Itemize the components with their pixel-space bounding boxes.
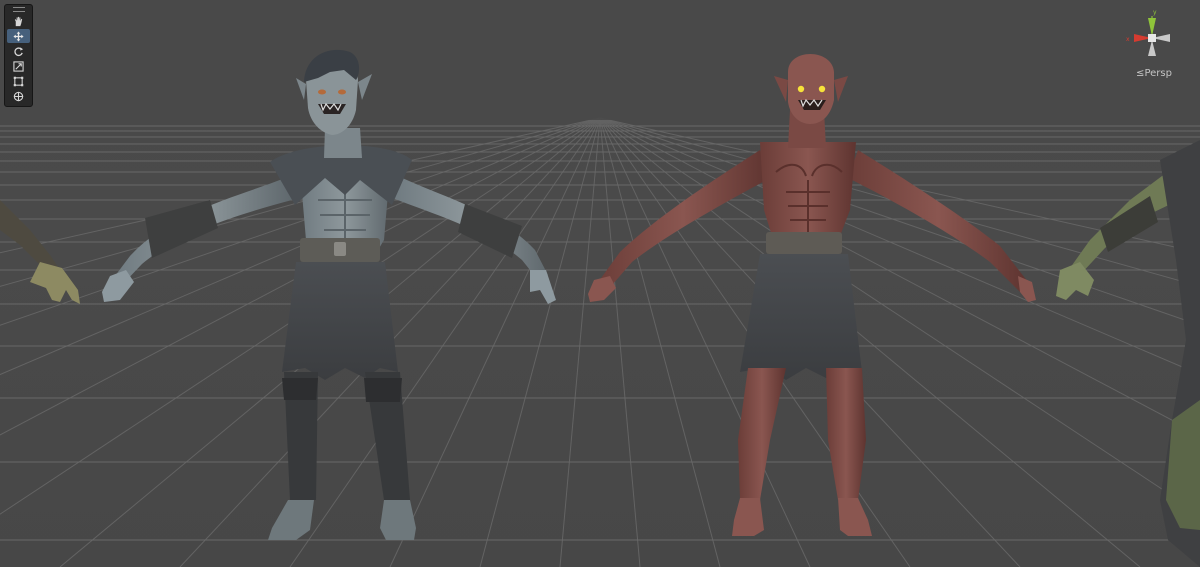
panel-drag-handle[interactable]: [5, 5, 32, 13]
move-icon: [13, 30, 24, 42]
transform-icon: [13, 91, 24, 101]
rect-icon: [13, 76, 24, 86]
transform-tool-button[interactable]: [7, 89, 30, 103]
scene-tools-panel: [4, 4, 33, 107]
character-right-partial[interactable]: [1056, 140, 1200, 567]
svg-text:y: y: [1153, 9, 1157, 16]
orientation-gizmo[interactable]: x y ≤Persp: [1120, 8, 1184, 82]
character-armored-goblin[interactable]: [102, 49, 556, 540]
scale-tool-button[interactable]: [7, 59, 30, 73]
character-red-ghoul[interactable]: [588, 54, 1036, 536]
hand-icon: [14, 16, 23, 26]
rect-tool-button[interactable]: [7, 74, 30, 88]
gizmo-center-cube[interactable]: [1148, 34, 1156, 42]
svg-text:x: x: [1126, 36, 1130, 43]
rotate-icon: [14, 46, 24, 56]
character-left-partial[interactable]: [0, 200, 80, 304]
gizmo-neg-y-axis-icon[interactable]: [1148, 40, 1156, 56]
rotate-tool-button[interactable]: [7, 44, 30, 58]
projection-toggle[interactable]: ≤Persp: [1128, 68, 1180, 79]
scene-objects: [0, 49, 1200, 567]
scene-view[interactable]: x y ≤Persp: [0, 0, 1200, 567]
move-tool-button[interactable]: [7, 29, 30, 43]
hand-tool-button[interactable]: [7, 14, 30, 28]
projection-label: Persp: [1144, 68, 1172, 79]
scale-icon: [13, 60, 24, 72]
